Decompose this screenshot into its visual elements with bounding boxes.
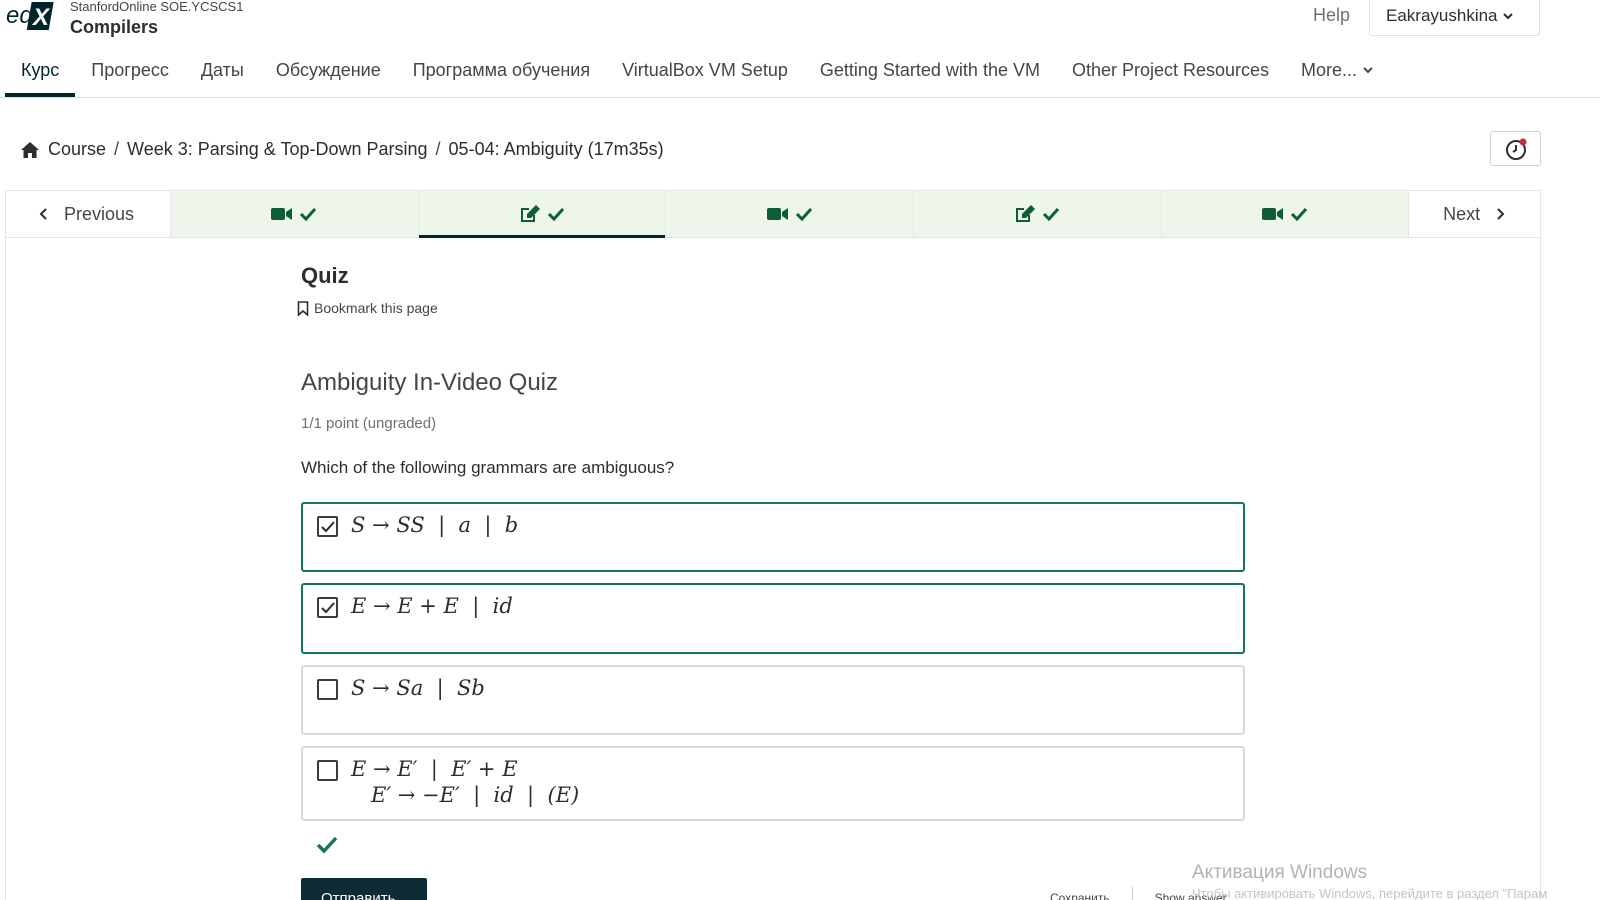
tab-label: Прогресс: [91, 60, 169, 80]
question-text: Which of the following grammars are ambi…: [301, 458, 675, 477]
edx-logo[interactable]: ed X: [6, 0, 54, 32]
sequence-navigation: Previous Next: [5, 190, 1541, 238]
choice-option[interactable]: E → E′ | E′ + E E′ → −E′ | id | (E): [301, 746, 1245, 821]
help-link[interactable]: Help: [1313, 5, 1350, 26]
sequence-unit-problem[interactable]: [418, 191, 667, 238]
next-button[interactable]: Next: [1409, 191, 1540, 237]
choice-label: S → SS | a | b: [351, 513, 519, 537]
tab-label: Обсуждение: [275, 60, 381, 80]
tabs-divider: [0, 97, 1600, 98]
problem-score: 1/1 point (ungraded): [301, 415, 437, 432]
breadcrumb-course[interactable]: Course: [48, 139, 106, 160]
video-icon: [1261, 208, 1283, 220]
windows-activation-title: Активация Windows: [1192, 862, 1368, 883]
tab-label: Getting Started with the VM: [819, 60, 1040, 80]
correct-indicator: [316, 836, 338, 859]
actions-divider: [1131, 887, 1133, 900]
tab-label: Other Project Resources: [1071, 60, 1270, 80]
edit-icon: [1016, 205, 1036, 222]
choice-option[interactable]: E → E + E | id: [301, 583, 1245, 654]
tab-more[interactable]: More...: [1285, 50, 1390, 97]
user-menu-button[interactable]: Eakrayushkina: [1369, 0, 1540, 36]
chevron-down-icon: [1363, 67, 1373, 74]
sequence-unit-video[interactable]: [666, 191, 914, 237]
check-icon: [795, 207, 812, 221]
site-header: ed X StanfordOnline SOE.YCSCS1 Compilers…: [0, 0, 1600, 45]
tab-progress[interactable]: Прогресс: [75, 50, 185, 97]
bookmark-label: Bookmark this page: [314, 300, 438, 316]
submit-button[interactable]: Отправить: [301, 878, 427, 900]
course-title: Compilers: [70, 17, 159, 37]
choice-option[interactable]: S → Sa | Sb: [301, 665, 1245, 735]
check-icon: [316, 836, 338, 854]
tab-syllabus[interactable]: Программа обучения: [397, 50, 606, 97]
checkmark-icon: [320, 520, 335, 532]
previous-button[interactable]: Previous: [6, 191, 171, 237]
username: Eakrayushkina: [1386, 5, 1498, 25]
breadcrumb-unit: 05-04: Ambiguity (17m35s): [448, 139, 664, 159]
unit-title: Quiz: [301, 263, 349, 288]
windows-activation-text: Чтобы активировать Windows, перейдите в …: [1192, 886, 1548, 900]
sequence-unit-video[interactable]: [1161, 191, 1410, 237]
checkbox[interactable]: [317, 597, 338, 618]
home-icon[interactable]: [20, 141, 40, 159]
breadcrumb: Course / Week 3: Parsing & Top-Down Pars…: [20, 139, 664, 160]
tab-course[interactable]: Курс: [5, 50, 76, 97]
tab-getting-started-vm[interactable]: Getting Started with the VM: [804, 50, 1056, 97]
breadcrumb-section[interactable]: Week 3: Parsing & Top-Down Parsing: [127, 139, 427, 160]
notifications-button[interactable]: [1490, 131, 1541, 166]
svg-text:X: X: [31, 4, 51, 31]
tab-label: VirtualBox VM Setup: [622, 60, 788, 80]
tab-discussion[interactable]: Обсуждение: [260, 50, 397, 97]
chevron-down-icon: [1502, 12, 1513, 19]
bookmark-button[interactable]: Bookmark this page: [297, 300, 438, 316]
tab-other-resources[interactable]: Other Project Resources: [1056, 50, 1285, 97]
checkbox[interactable]: [317, 679, 338, 700]
sequence-unit-video[interactable]: [170, 191, 419, 237]
chevron-right-icon: [1497, 208, 1505, 220]
sequence-unit-problem[interactable]: [913, 191, 1162, 237]
choice-label: E → E′ | E′ + E: [351, 757, 518, 781]
choice-label: S → Sa | Sb: [351, 676, 485, 700]
checkmark-icon: [320, 601, 335, 613]
tab-label: Программа обучения: [412, 60, 591, 80]
chevron-left-icon: [39, 208, 47, 220]
previous-label: Previous: [64, 203, 135, 224]
course-org: StanfordOnline SOE.YCSCS1: [70, 0, 244, 14]
breadcrumb-separator: /: [114, 139, 120, 159]
choice-option[interactable]: S → SS | a | b: [301, 502, 1245, 572]
course-tabs: Курс Прогресс Даты Обсуждение Программа …: [5, 50, 1390, 98]
clock-icon: [1505, 138, 1526, 160]
choice-label-line2: E′ → −E′ | id | (E): [371, 783, 580, 807]
check-icon: [1043, 207, 1060, 221]
video-icon: [766, 208, 788, 220]
checkbox[interactable]: [317, 516, 338, 537]
checkbox[interactable]: [317, 760, 338, 781]
check-icon: [300, 207, 317, 221]
edit-icon: [520, 205, 540, 222]
next-label: Next: [1443, 203, 1481, 224]
check-icon: [1290, 207, 1307, 221]
choice-label: E → E + E | id: [351, 594, 513, 618]
tab-label: Даты: [200, 60, 244, 80]
breadcrumb-separator: /: [435, 139, 441, 159]
bookmark-icon: [297, 300, 309, 316]
problem-title: Ambiguity In-Video Quiz: [301, 369, 559, 396]
video-icon: [271, 208, 293, 220]
tab-virtualbox-setup[interactable]: VirtualBox VM Setup: [606, 50, 804, 97]
save-button[interactable]: Сохранить: [1050, 891, 1110, 900]
check-icon: [547, 207, 564, 221]
tab-label: More...: [1301, 60, 1358, 80]
tab-dates[interactable]: Даты: [185, 50, 260, 97]
tab-label: Курс: [21, 60, 60, 80]
